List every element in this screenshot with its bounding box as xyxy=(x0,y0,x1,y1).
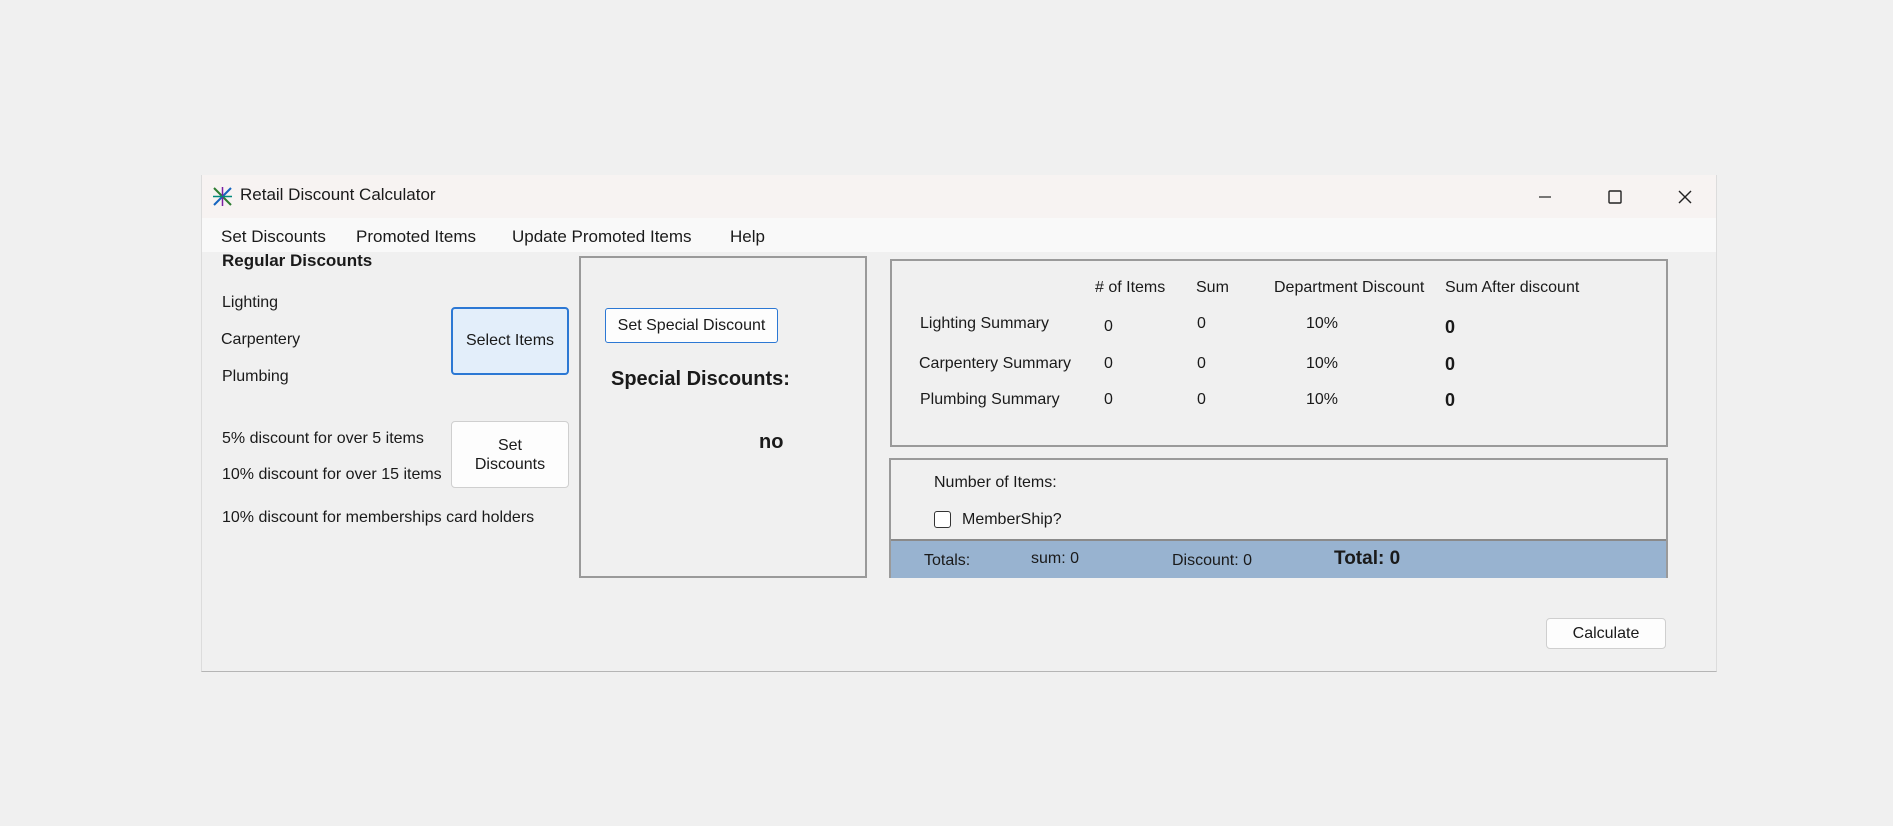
rule-5-percent: 5% discount for over 5 items xyxy=(222,430,424,447)
carpentery-discount: 10% xyxy=(1306,355,1339,372)
plumbing-sum: 0 xyxy=(1197,391,1206,408)
totals-bar: Totals: sum: 0 Discount: 0 Total: 0 xyxy=(891,539,1666,578)
department-plumbing: Plumbing xyxy=(222,368,289,385)
special-discount-group: Set Special Discount Special Discounts: … xyxy=(579,256,867,578)
summary-group: # of Items Sum Department Discount Sum A… xyxy=(890,259,1668,447)
minimize-button[interactable] xyxy=(1510,175,1580,218)
department-lighting: Lighting xyxy=(222,294,279,311)
totals-group: Number of Items: MemberShip? Totals: sum… xyxy=(889,458,1668,578)
number-of-items-label: Number of Items: xyxy=(934,474,1057,491)
totals-sum: sum: 0 xyxy=(1031,550,1080,567)
menu-set-discounts[interactable]: Set Discounts xyxy=(221,227,326,247)
rule-membership: 10% discount for memberships card holder… xyxy=(222,509,535,526)
menu-bar: Set Discounts Promoted Items Update Prom… xyxy=(202,218,1716,252)
special-discounts-heading: Special Discounts: xyxy=(611,368,790,390)
carpentery-sum: 0 xyxy=(1197,355,1206,372)
window-title: Retail Discount Calculator xyxy=(240,185,436,204)
regular-discounts-heading: Regular Discounts xyxy=(222,251,373,270)
department-carpentery: Carpentery xyxy=(221,331,301,348)
menu-promoted-items[interactable]: Promoted Items xyxy=(356,227,476,247)
carpentery-items: 0 xyxy=(1104,355,1113,372)
lighting-summary-label: Lighting Summary xyxy=(920,315,1049,332)
totals-label: Totals: xyxy=(924,552,971,569)
plumbing-summary-label: Plumbing Summary xyxy=(920,391,1060,408)
membership-checkbox[interactable] xyxy=(934,511,951,528)
maximize-button[interactable] xyxy=(1580,175,1650,218)
minimize-icon xyxy=(1539,195,1551,198)
maximize-icon xyxy=(1608,189,1622,204)
plumbing-discount: 10% xyxy=(1306,391,1339,408)
app-window: Retail Discount Calculator Set Discounts… xyxy=(201,175,1717,672)
set-special-discount-button[interactable]: Set Special Discount xyxy=(605,308,778,343)
rule-10-percent: 10% discount for over 15 items xyxy=(222,466,442,483)
calculate-button[interactable]: Calculate xyxy=(1546,618,1666,649)
set-discounts-button[interactable]: Set Discounts xyxy=(451,421,569,488)
close-button[interactable] xyxy=(1650,175,1720,218)
plumbing-items: 0 xyxy=(1104,391,1113,408)
carpentery-summary-label: Carpentery Summary xyxy=(919,355,1072,372)
special-discount-value: no xyxy=(759,431,784,453)
app-icon xyxy=(213,187,232,206)
plumbing-after: 0 xyxy=(1445,390,1456,410)
lighting-sum: 0 xyxy=(1197,315,1206,332)
menu-help[interactable]: Help xyxy=(730,227,765,247)
totals-total: Total: 0 xyxy=(1334,548,1401,569)
lighting-after: 0 xyxy=(1445,317,1456,337)
header-sum-after-discount: Sum After discount xyxy=(1445,279,1580,296)
header-items: # of Items xyxy=(1095,279,1166,296)
title-bar[interactable]: Retail Discount Calculator xyxy=(202,175,1716,218)
header-department-discount: Department Discount xyxy=(1274,279,1425,296)
header-sum: Sum xyxy=(1196,279,1229,296)
carpentery-after: 0 xyxy=(1445,354,1456,374)
select-items-button[interactable]: Select Items xyxy=(451,307,569,375)
lighting-items: 0 xyxy=(1104,318,1113,335)
close-icon xyxy=(1678,190,1692,203)
membership-label: MemberShip? xyxy=(962,511,1062,528)
menu-update-promoted-items[interactable]: Update Promoted Items xyxy=(512,227,692,247)
lighting-discount: 10% xyxy=(1306,315,1339,332)
totals-discount: Discount: 0 xyxy=(1172,552,1253,569)
